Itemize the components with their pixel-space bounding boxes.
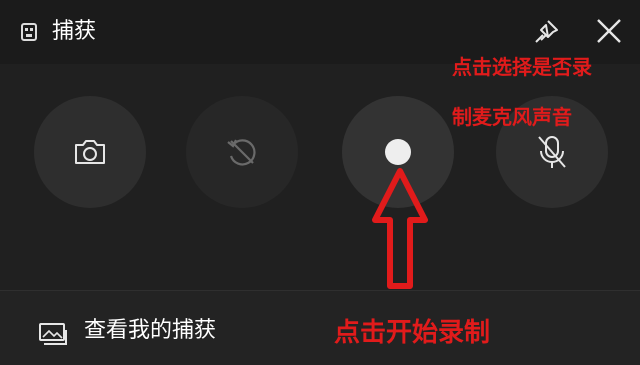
- mic-annotation-line2: 制麦克风声音: [452, 105, 572, 129]
- record-last-30s-button[interactable]: [186, 96, 298, 208]
- camera-icon: [75, 140, 105, 164]
- show-all-captures-link[interactable]: 查看我的捕获: [84, 316, 216, 346]
- pin-icon[interactable]: [532, 18, 560, 46]
- up-arrow-annotation: [372, 168, 428, 289]
- gallery-icon[interactable]: [38, 322, 68, 346]
- mic-annotation-line1: 点击选择是否录: [452, 55, 592, 79]
- game-bar-icon: [21, 23, 37, 41]
- window-title: 捕获: [52, 19, 97, 44]
- close-icon[interactable]: [594, 16, 624, 46]
- capture-widget: 捕获 查看我的捕获 点击选择是否录 制麦克风声音 点击开始录制: [0, 0, 640, 365]
- record-annotation: 点击开始录制: [334, 318, 491, 348]
- screenshot-button[interactable]: [34, 96, 146, 208]
- mic-off-icon: [538, 136, 566, 168]
- record-dot-icon: [385, 139, 411, 165]
- history-record-icon: [227, 139, 256, 166]
